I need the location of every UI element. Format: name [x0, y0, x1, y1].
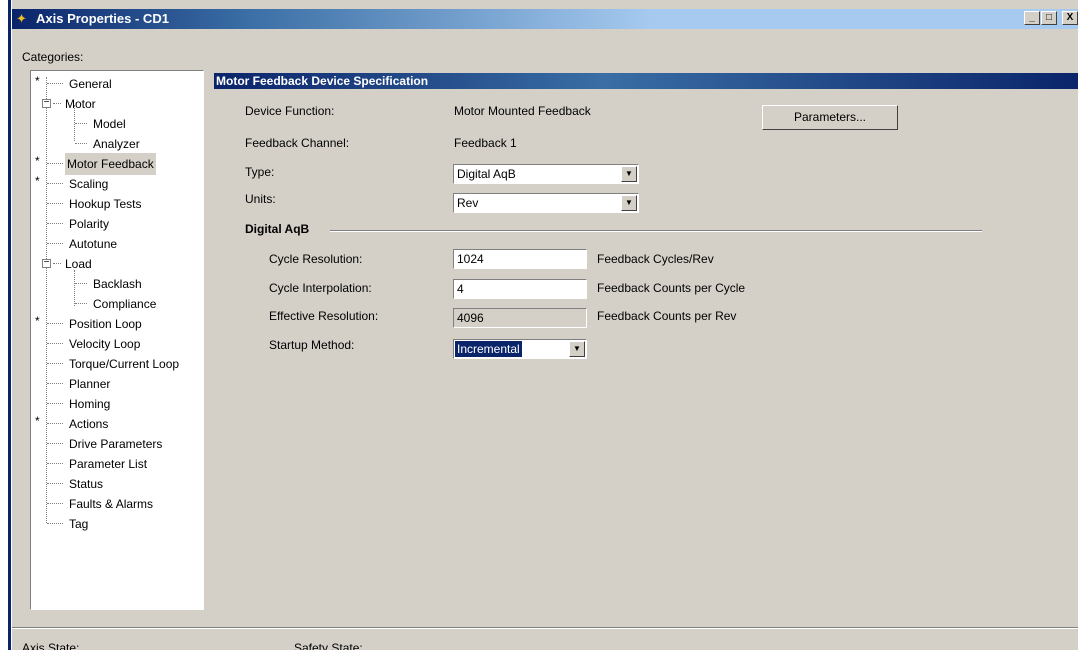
- tree-item-label: Backlash: [93, 277, 142, 291]
- cycle-resolution-unit: Feedback Cycles/Rev: [597, 252, 714, 266]
- parameters-button[interactable]: Parameters...: [762, 105, 898, 130]
- cycle-resolution-label: Cycle Resolution:: [269, 252, 363, 266]
- startup-method-value: Incremental: [455, 341, 522, 357]
- window-title: Axis Properties - CD1: [36, 11, 169, 26]
- type-select-value: Digital AqB: [457, 167, 516, 181]
- categories-tree[interactable]: * General − Motor Model Analyzer * Motor…: [30, 70, 204, 610]
- chevron-down-icon[interactable]: ▼: [621, 195, 637, 211]
- cycle-interpolation-label: Cycle Interpolation:: [269, 281, 372, 295]
- axis-app-icon: ✦: [16, 11, 27, 26]
- modified-star-icon: *: [35, 314, 40, 328]
- effective-resolution-unit: Feedback Counts per Rev: [597, 309, 737, 323]
- tree-item-label: Faults & Alarms: [69, 497, 154, 511]
- units-select-value: Rev: [457, 196, 479, 210]
- feedback-channel-label: Feedback Channel:: [245, 136, 350, 150]
- effective-resolution-field: 4096: [453, 308, 587, 328]
- minimize-button[interactable]: _: [1024, 11, 1040, 25]
- title-bar[interactable]: ✦ Axis Properties - CD1 _ □ X: [12, 9, 1078, 29]
- tree-item-label: Velocity Loop: [69, 337, 141, 351]
- tree-item-label: Tag: [69, 517, 89, 531]
- device-function-value: Motor Mounted Feedback: [454, 104, 591, 118]
- tree-item-label: Compliance: [93, 297, 157, 311]
- tree-item-label: Planner: [69, 377, 111, 391]
- tree-item-label: Status: [69, 477, 104, 491]
- tree-item-label: Load: [65, 257, 92, 271]
- tree-item-label: Position Loop: [69, 317, 142, 331]
- modified-star-icon: *: [35, 154, 40, 168]
- section-header: Motor Feedback Device Specification: [214, 73, 1078, 89]
- tree-item-label: Model: [93, 117, 126, 131]
- effective-resolution-label: Effective Resolution:: [269, 309, 379, 323]
- tree-item-label: Autotune: [69, 237, 118, 251]
- units-label: Units:: [245, 192, 276, 206]
- tree-item-label: General: [69, 77, 112, 91]
- modified-star-icon: *: [35, 174, 40, 188]
- tree-item-label: Motor: [65, 97, 96, 111]
- cycle-interpolation-unit: Feedback Counts per Cycle: [597, 281, 746, 295]
- collapse-icon[interactable]: −: [42, 258, 51, 268]
- status-separator: [12, 627, 1078, 629]
- type-label: Type:: [245, 165, 275, 179]
- feedback-channel-value: Feedback 1: [454, 136, 517, 150]
- startup-method-select[interactable]: Incremental ▼: [453, 339, 587, 359]
- tree-item-label: Motor Feedback: [65, 153, 156, 175]
- tree-item-label: Actions: [69, 417, 109, 431]
- maximize-button[interactable]: □: [1041, 11, 1057, 25]
- cycle-resolution-input[interactable]: 1024: [453, 249, 587, 269]
- tree-item-label: Homing: [69, 397, 111, 411]
- left-edge: [0, 0, 12, 650]
- safety-state-label: Safety State:: [294, 641, 363, 650]
- tree-item-label: Parameter List: [69, 457, 148, 471]
- modified-star-icon: *: [35, 414, 40, 428]
- group-divider: [330, 230, 982, 232]
- digital-aqb-group-title: Digital AqB: [245, 222, 310, 236]
- tree-item-label: Torque/Current Loop: [69, 357, 180, 371]
- chevron-down-icon[interactable]: ▼: [621, 166, 637, 182]
- tree-item-label: Analyzer: [93, 137, 140, 151]
- type-select[interactable]: Digital AqB ▼: [453, 164, 639, 184]
- tree-item-label: Hookup Tests: [69, 197, 142, 211]
- tree-item-label: Polarity: [69, 217, 110, 231]
- modified-star-icon: *: [35, 74, 40, 88]
- axis-properties-window: ✦ Axis Properties - CD1 _ □ X Categories…: [12, 0, 1078, 650]
- tree-line: [46, 77, 47, 523]
- categories-label: Categories:: [22, 50, 84, 64]
- collapse-icon[interactable]: −: [42, 98, 51, 108]
- startup-method-label: Startup Method:: [269, 338, 355, 352]
- cycle-interpolation-input[interactable]: 4: [453, 279, 587, 299]
- device-function-label: Device Function:: [245, 104, 335, 118]
- tree-item-label: Drive Parameters: [69, 437, 163, 451]
- chevron-down-icon[interactable]: ▼: [569, 341, 585, 357]
- tree-item-label: Scaling: [69, 177, 109, 191]
- axis-state-label: Axis State:: [22, 641, 80, 650]
- units-select[interactable]: Rev ▼: [453, 193, 639, 213]
- tree-line: [74, 270, 75, 306]
- close-button[interactable]: X: [1062, 11, 1078, 25]
